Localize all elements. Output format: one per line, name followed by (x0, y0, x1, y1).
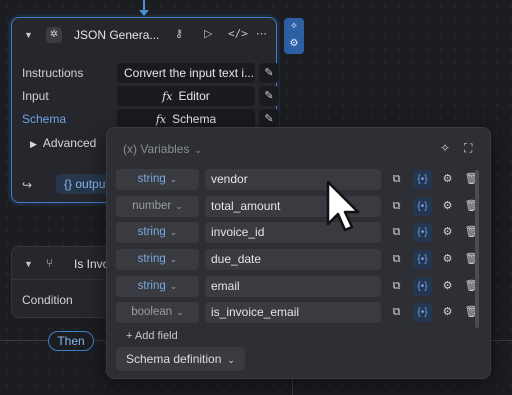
input-label: Input (22, 89, 49, 103)
code-icon[interactable]: </> (228, 27, 248, 40)
type-value: boolean (131, 306, 173, 318)
edit-pencil-icon[interactable]: ✎ (259, 86, 279, 106)
then-edge-label[interactable]: Then (48, 331, 94, 351)
condition-label: Condition (22, 293, 73, 307)
node-header: ▼ ✲ JSON Genera... ⚷ ▷ </> ⋯ (12, 18, 276, 52)
chevron-down-icon: ⌄ (169, 254, 178, 264)
collapse-chevron-icon[interactable]: ▼ (24, 259, 33, 269)
divider (12, 279, 120, 280)
output-arrow-icon: ↪ (22, 178, 33, 192)
chevron-down-icon: ⌄ (227, 355, 235, 365)
variable-icon[interactable]: {•} (413, 197, 432, 216)
copy-icon[interactable]: ⧉ (387, 250, 406, 269)
settings-icon[interactable]: ⚙ (438, 303, 457, 322)
edge-arrow (139, 10, 149, 16)
schema-definition-label: Schema definition (126, 352, 222, 366)
collapse-chevron-icon[interactable]: ▼ (24, 30, 33, 40)
variable-icon[interactable]: {•} (413, 250, 432, 269)
type-select[interactable]: string ⌄ (116, 169, 199, 190)
schema-value: Schema (172, 112, 217, 126)
variable-icon[interactable]: {•} (413, 277, 432, 296)
openai-logo-icon: ✲ (46, 27, 62, 43)
mouse-cursor-icon (326, 180, 360, 232)
input-field[interactable]: fx Editor (117, 86, 255, 106)
type-value: string (137, 226, 166, 238)
node-title: JSON Genera... (74, 28, 160, 42)
type-value: string (137, 173, 166, 185)
type-value: string (137, 280, 166, 292)
fx-icon: fx (155, 113, 167, 126)
type-select[interactable]: string ⌄ (116, 276, 199, 297)
type-value: string (137, 253, 166, 265)
settings-icon[interactable]: ⚙ (438, 170, 457, 189)
instructions-field[interactable]: Convert the input text i... (117, 63, 255, 83)
advanced-toggle[interactable]: ▶ Advanced (30, 136, 96, 150)
input-value: Editor (178, 89, 210, 103)
copy-icon[interactable]: ⧉ (387, 170, 406, 189)
variable-icon[interactable]: {•} (413, 170, 432, 189)
key-icon[interactable]: ⚷ (175, 27, 183, 40)
variables-dropdown[interactable]: (x) Variables ⌄ (123, 142, 202, 156)
settings-icon[interactable]: ⚙ (438, 250, 457, 269)
play-icon[interactable]: ▷ (204, 27, 212, 40)
schema-label: Schema (22, 112, 67, 126)
type-select[interactable]: boolean ⌄ (116, 302, 199, 323)
chevron-down-icon: ⌄ (169, 174, 178, 184)
magic-wand-icon[interactable]: ✧ (440, 141, 450, 155)
side-toolbar: ✧ ⚙ (284, 18, 304, 54)
variables-label: (x) Variables (123, 142, 190, 156)
caret-right-icon: ▶ (30, 139, 37, 149)
chevron-down-icon: ⌄ (194, 145, 203, 155)
copy-icon[interactable]: ⧉ (387, 303, 406, 322)
type-value: number (132, 200, 172, 212)
is-invoice-node[interactable]: ▼ ⑂ Is Invoi Condition (11, 246, 121, 318)
field-name-input[interactable]: email (205, 276, 381, 297)
schema-definition-button[interactable]: Schema definition ⌄ (116, 347, 245, 371)
field-name-input[interactable]: due_date (205, 249, 381, 270)
settings-icon[interactable]: ⚙ (284, 35, 304, 52)
chevron-down-icon: ⌄ (176, 307, 184, 317)
settings-icon[interactable]: ⚙ (438, 197, 457, 216)
variable-icon[interactable]: {•} (413, 303, 432, 322)
type-select[interactable]: string ⌄ (116, 249, 199, 270)
more-icon[interactable]: ⋯ (256, 27, 267, 40)
add-field-button[interactable]: + Add field (116, 330, 199, 342)
type-select[interactable]: string ⌄ (116, 222, 199, 243)
copy-icon[interactable]: ⧉ (387, 277, 406, 296)
type-select[interactable]: number ⌄ (116, 196, 199, 217)
fx-icon: fx (162, 90, 173, 103)
schema-field[interactable]: fx Schema (117, 109, 255, 129)
scrollbar[interactable] (475, 170, 479, 328)
branch-icon: ⑂ (46, 256, 54, 270)
magic-wand-icon[interactable]: ✧ (284, 18, 304, 35)
edit-pencil-icon[interactable]: ✎ (259, 109, 279, 129)
expand-icon[interactable]: ⛶ (464, 141, 472, 156)
settings-icon[interactable]: ⚙ (438, 277, 457, 296)
chevron-down-icon: ⌄ (169, 227, 178, 237)
edge-line (292, 378, 293, 395)
settings-icon[interactable]: ⚙ (438, 223, 457, 242)
copy-icon[interactable]: ⧉ (387, 197, 406, 216)
schema-popover: (x) Variables ⌄ ✧ ⛶ string ⌄ vendor ⧉ {•} … (106, 127, 491, 379)
variable-icon[interactable]: {•} (413, 223, 432, 242)
advanced-label: Advanced (42, 136, 97, 150)
instructions-label: Instructions (22, 66, 84, 80)
edit-pencil-icon[interactable]: ✎ (259, 63, 279, 83)
chevron-down-icon: ⌄ (169, 281, 178, 291)
copy-icon[interactable]: ⧉ (387, 223, 406, 242)
field-name-input[interactable]: is_invoice_email (205, 302, 381, 323)
chevron-down-icon: ⌄ (175, 201, 183, 211)
